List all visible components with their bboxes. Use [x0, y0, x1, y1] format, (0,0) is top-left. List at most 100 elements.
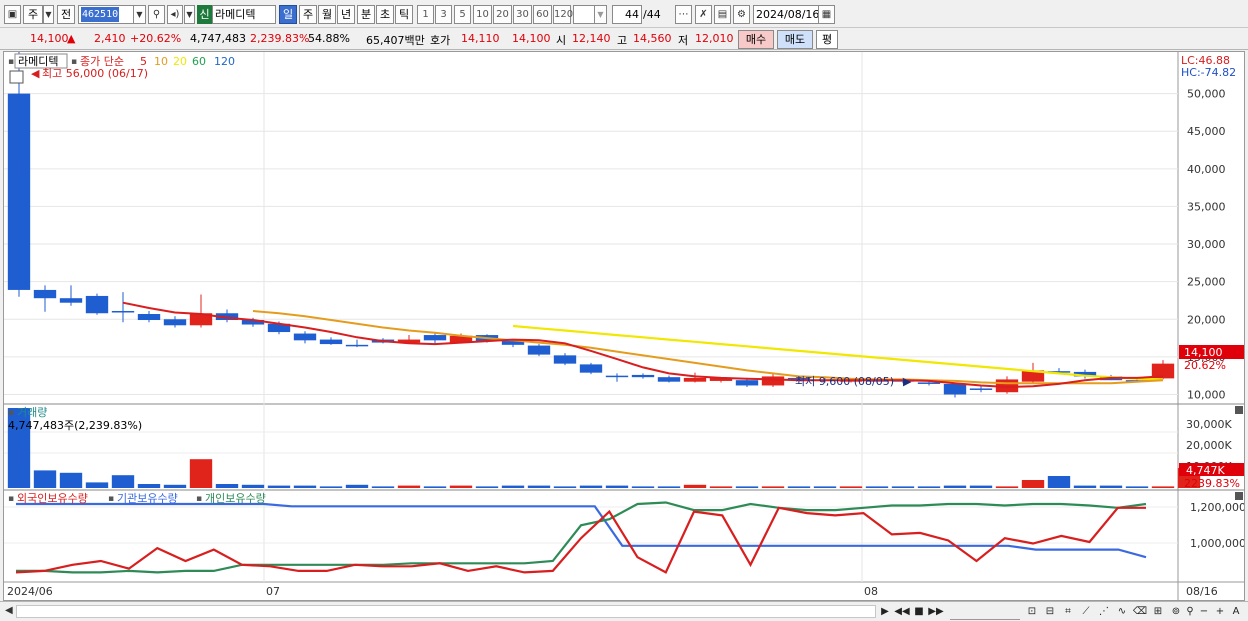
- volume-menu-icon[interactable]: ▪: [8, 408, 14, 418]
- buy-button[interactable]: 매수: [738, 30, 774, 49]
- auto-scale-icon[interactable]: A: [1228, 604, 1244, 620]
- period-year-button[interactable]: 년: [337, 5, 355, 24]
- eval-button[interactable]: 평: [816, 30, 838, 49]
- volume-bar: [423, 486, 447, 488]
- period-week-button[interactable]: 주: [299, 5, 317, 24]
- speed-slider[interactable]: [950, 604, 1020, 620]
- draw-icon[interactable]: ✗: [695, 5, 712, 24]
- candle-body: [345, 344, 369, 347]
- fibo-icon[interactable]: ⋰: [1096, 604, 1112, 620]
- date-field[interactable]: 2024/08/16: [753, 5, 819, 24]
- interval-10-button[interactable]: 10: [473, 5, 492, 24]
- new-listing-badge: 신: [197, 5, 212, 24]
- custom-interval-field[interactable]: [573, 5, 595, 24]
- panel-icon[interactable]: ⊟: [1042, 604, 1058, 620]
- x-label-08: 08: [864, 585, 878, 598]
- candle-body: [111, 310, 135, 313]
- candle-body: [943, 383, 967, 395]
- page-counter-field[interactable]: 44: [612, 5, 642, 24]
- stock-code-field[interactable]: 462510: [78, 5, 134, 24]
- turnover-rate: 54.88%: [308, 32, 350, 45]
- crosshair-icon[interactable]: ⌗: [1060, 604, 1076, 620]
- interval-30-button[interactable]: 30: [513, 5, 532, 24]
- interval-dropdown-icon[interactable]: ▼: [594, 5, 607, 24]
- toolbar: ▣ 주 ▼ 전 462510 ▼ ⚲ ◂) ▼ 신 라메디텍 일 주 월 년 분…: [0, 0, 1248, 28]
- volume-bar: [189, 459, 213, 488]
- trendline-icon[interactable]: ⟋: [1078, 604, 1094, 620]
- volume-bar: [813, 486, 837, 488]
- current-price-tag-text: 14,100: [1184, 346, 1223, 359]
- play-icon[interactable]: ▶: [877, 604, 893, 620]
- price-tick-label: 40,000: [1187, 163, 1226, 176]
- scroll-track[interactable]: [16, 605, 876, 618]
- interval-1-button[interactable]: 1: [417, 5, 434, 24]
- volume-panel-close-icon[interactable]: [1235, 406, 1243, 414]
- chart-area[interactable]: 50,000 45,000 40,000 35,000 30,000 25,000 20,0…: [3, 48, 1246, 601]
- low-price: 12,010: [695, 32, 734, 45]
- prev-button[interactable]: 전: [57, 5, 75, 24]
- fast-forward-icon[interactable]: ▶▶: [928, 604, 944, 620]
- period-day-button[interactable]: 일: [279, 5, 297, 24]
- code-dropdown-icon[interactable]: ▼: [133, 5, 146, 24]
- layout-icon[interactable]: ⊡: [1024, 604, 1040, 620]
- foreign-holding-line: [15, 506, 1146, 574]
- stop-icon[interactable]: ■: [911, 604, 927, 620]
- volume-bar: [683, 484, 707, 488]
- legend-menu-icon[interactable]: ▪: [71, 57, 77, 67]
- candle-body: [553, 355, 577, 364]
- period-second-button[interactable]: 초: [376, 5, 394, 24]
- interval-3-button[interactable]: 3: [435, 5, 452, 24]
- price-tick-label: 35,000: [1187, 200, 1226, 213]
- candle-body: [761, 376, 785, 386]
- holding-menu-icon[interactable]: ▪: [8, 494, 14, 504]
- interval-5-button[interactable]: 5: [454, 5, 471, 24]
- chart-scrollbar[interactable]: ◀ ▶ ◀◀ ■ ▶▶ ⊡ ⊟ ⌗ ⟋ ⋰ ∿ ⌫ ⊞ ⊚ ⚲ − + A: [0, 601, 1248, 621]
- period-minute-button[interactable]: 분: [357, 5, 375, 24]
- interval-120-button[interactable]: 120: [553, 5, 573, 24]
- ma60-label: 60: [192, 55, 206, 68]
- volume-bar: [345, 484, 369, 488]
- gear-icon[interactable]: ⚙: [733, 5, 750, 24]
- open-price: 12,140: [572, 32, 611, 45]
- wave-icon[interactable]: ∿: [1114, 604, 1130, 620]
- erase-icon[interactable]: ⌫: [1132, 604, 1148, 620]
- interval-60-button[interactable]: 60: [533, 5, 552, 24]
- current-price: 14,100: [30, 32, 69, 45]
- period-select[interactable]: 주: [23, 5, 43, 24]
- screenshot-icon[interactable]: ⊞: [1150, 604, 1166, 620]
- institution-holding-line: [16, 502, 1147, 559]
- save-icon[interactable]: ▤: [714, 5, 731, 24]
- speaker-dropdown-icon[interactable]: ▼: [184, 5, 195, 24]
- high-price: 14,560: [633, 32, 672, 45]
- legend-foreign: 외국인보유수량: [17, 492, 88, 505]
- candle-body: [85, 295, 109, 314]
- calendar-icon[interactable]: ▦: [818, 5, 835, 24]
- search-icon[interactable]: ⚲: [148, 5, 165, 24]
- volume-bar: [735, 486, 759, 488]
- compare-icon[interactable]: ⋯: [675, 5, 692, 24]
- volume-bar: [267, 485, 291, 488]
- sell-button[interactable]: 매도: [777, 30, 813, 49]
- high-label: 고: [617, 34, 628, 47]
- volume-bar: [969, 485, 993, 488]
- period-tick-button[interactable]: 틱: [395, 5, 413, 24]
- zoom-in-icon[interactable]: +: [1212, 604, 1228, 620]
- window-icon[interactable]: ▣: [4, 5, 21, 24]
- calendar-marker-icon[interactable]: [9, 70, 24, 84]
- legend-institution: 기관보유수량: [117, 492, 178, 505]
- volume-bar: [605, 485, 629, 488]
- hold-tick-1000000: 1,000,000: [1190, 537, 1244, 550]
- stock-chart[interactable]: 50,000 45,000 40,000 35,000 30,000 25,000 20,0…: [4, 48, 1246, 600]
- chevron-down-icon[interactable]: ▼: [43, 5, 54, 24]
- period-month-button[interactable]: 월: [318, 5, 336, 24]
- interval-20-button[interactable]: 20: [493, 5, 512, 24]
- volume-bar: [891, 486, 915, 488]
- speaker-icon[interactable]: ◂): [167, 5, 183, 24]
- zoom-out-icon[interactable]: −: [1196, 604, 1212, 620]
- holding-panel-close-icon[interactable]: [1235, 492, 1243, 500]
- scroll-left-icon[interactable]: ◀: [5, 605, 13, 616]
- volume-bars: [7, 408, 1201, 488]
- panel-menu-icon[interactable]: ▪: [8, 57, 14, 67]
- volume-value: 4,747,483: [190, 32, 246, 45]
- rewind-icon[interactable]: ◀◀: [894, 604, 910, 620]
